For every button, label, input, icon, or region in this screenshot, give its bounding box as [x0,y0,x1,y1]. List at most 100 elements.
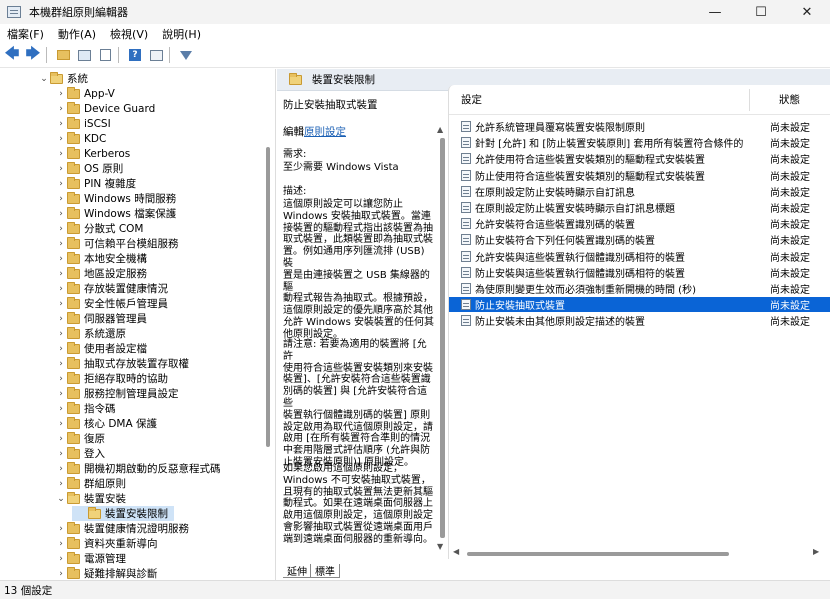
export-list-icon[interactable] [96,46,114,64]
tree-item[interactable]: › 資料夾重新導向 [55,536,158,551]
tree-item[interactable]: › iSCSI [55,116,111,131]
chevron-right-icon[interactable]: › [55,254,67,264]
policy-row[interactable]: 防止安裝未由其他原則設定描述的裝置 尚未設定 [449,313,830,328]
chevron-down-icon[interactable]: ⌄ [55,494,67,504]
forward-arrow-icon[interactable]: 🡆 [24,46,42,64]
chevron-right-icon[interactable]: › [55,269,67,279]
minimize-button[interactable]: — [692,0,738,24]
tree-item[interactable]: › 開機初期啟動的反惡意程式碼 [55,461,221,476]
policy-row[interactable]: 允許安裝與這些裝置執行個體識別碼相符的裝置 尚未設定 [449,249,830,264]
policy-row[interactable]: 允許系統管理員覆寫裝置安裝限制原則 尚未設定 [449,119,830,134]
tree-item[interactable]: › 系統還原 [55,326,126,341]
tree-item[interactable]: › KDC [55,131,106,146]
chevron-right-icon[interactable]: › [55,179,67,189]
chevron-right-icon[interactable]: › [55,224,67,234]
chevron-right-icon[interactable]: › [55,329,67,339]
description-scrollbar[interactable] [440,138,445,538]
menu-action[interactable]: 動作(A) [51,26,103,42]
tree-item[interactable]: › 服務控制管理員設定 [55,386,179,401]
policy-row[interactable]: 在原則設定防止安裝時顯示自訂訊息 尚未設定 [449,184,830,199]
tree-item[interactable]: › 指令碼 [55,401,116,416]
chevron-right-icon[interactable]: › [55,284,67,294]
chevron-right-icon[interactable]: › [55,209,67,219]
tree-item[interactable]: › PIN 複雜度 [55,176,136,191]
filter-icon[interactable] [177,46,195,64]
back-arrow-icon[interactable]: 🡄 [3,46,21,64]
tree-item[interactable]: › 可信賴平台模組服務 [55,236,179,251]
chevron-right-icon[interactable]: › [55,194,67,204]
tree-item[interactable]: › 拒絕存取時的協助 [55,371,168,386]
scroll-down-icon[interactable]: ▼ [437,542,443,551]
tree-item[interactable]: › 核心 DMA 保護 [55,416,157,431]
tree-item[interactable]: › 存放裝置健康情況 [55,281,168,296]
tree-item[interactable]: › App-V [55,86,115,101]
chevron-right-icon[interactable]: › [55,404,67,414]
tree-item[interactable]: › Windows 檔案保護 [55,206,176,221]
maximize-button[interactable]: ☐ [738,0,784,24]
tree-item[interactable]: › Device Guard [55,101,155,116]
policy-row[interactable]: 為使原則變更生效而必須強制重新開機的時間 (秒) 尚未設定 [449,281,830,296]
chevron-right-icon[interactable]: › [55,359,67,369]
policy-row[interactable]: 允許使用符合這些裝置安裝類別的驅動程式安裝裝置 尚未設定 [449,151,830,166]
show-tree-icon[interactable] [75,46,93,64]
policy-row[interactable]: 防止使用符合這些裝置安裝類別的驅動程式安裝裝置 尚未設定 [449,168,830,183]
tree-item[interactable]: › 使用者設定檔 [55,341,147,356]
chevron-right-icon[interactable]: › [55,569,67,579]
tree-scrollbar[interactable] [266,147,270,447]
chevron-right-icon[interactable]: › [55,524,67,534]
tab-extended[interactable]: 延伸 [283,564,311,578]
menu-help[interactable]: 說明(H) [155,26,208,42]
tree-item[interactable]: › 抽取式存放裝置存取權 [55,356,189,371]
horizontal-scroll-thumb[interactable] [467,552,729,556]
chevron-down-icon[interactable]: ⌄ [38,74,50,84]
tree-item[interactable]: › 群組原則 [55,476,126,491]
tree-item[interactable]: 裝置安裝限制 [72,506,174,521]
column-setting[interactable]: 設定 [461,92,482,107]
chevron-right-icon[interactable]: › [55,554,67,564]
policy-row[interactable]: 防止安裝與這些裝置執行個體識別碼相符的裝置 尚未設定 [449,265,830,280]
chevron-right-icon[interactable]: › [55,314,67,324]
tree-item[interactable]: › 本地安全機構 [55,251,147,266]
chevron-right-icon[interactable]: › [55,389,67,399]
tree-item[interactable]: › 疑難排解與診斷 [55,566,158,580]
tree-item[interactable]: ⌄ 系統 [38,71,88,86]
chevron-right-icon[interactable]: › [55,479,67,489]
chevron-right-icon[interactable]: › [55,239,67,249]
chevron-right-icon[interactable]: › [55,134,67,144]
column-divider[interactable] [749,89,750,111]
up-folder-icon[interactable] [54,46,72,64]
edit-policy-link[interactable]: 原則設定 [304,126,346,138]
tree-item[interactable]: › Kerberos [55,146,130,161]
policy-row[interactable]: 防止安裝抽取式裝置 尚未設定 [449,297,830,313]
tree-item[interactable]: › 裝置健康情況證明服務 [55,521,189,536]
properties-icon[interactable] [147,46,165,64]
chevron-right-icon[interactable]: › [55,449,67,459]
tree-item[interactable]: › 地區設定服務 [55,266,147,281]
chevron-right-icon[interactable]: › [55,299,67,309]
tree-item[interactable]: › 登入 [55,446,105,461]
tree-item[interactable]: › 電源管理 [55,551,126,566]
chevron-right-icon[interactable]: › [55,104,67,114]
close-button[interactable]: ✕ [784,0,830,24]
policy-row[interactable]: 允許安裝符合這些裝置識別碼的裝置 尚未設定 [449,216,830,231]
tree-item[interactable]: › OS 原則 [55,161,123,176]
menu-view[interactable]: 檢視(V) [103,26,155,42]
tree-item[interactable]: › 分散式 COM [55,221,144,236]
chevron-right-icon[interactable]: › [55,464,67,474]
scroll-left-icon[interactable]: ◀ [453,547,459,556]
menu-file[interactable]: 檔案(F) [0,26,51,42]
policy-row[interactable]: 在原則設定防止裝置安裝時顯示自訂訊息標題 尚未設定 [449,200,830,215]
tree-item[interactable]: › 伺服器管理員 [55,311,147,326]
policy-row[interactable]: 防止安裝符合下列任何裝置識別碼的裝置 尚未設定 [449,232,830,247]
horizontal-scrollbar[interactable]: ◀ ▶ [449,547,830,559]
tree-item[interactable]: ⌄ 裝置安裝 [55,491,126,506]
tab-standard[interactable]: 標準 [310,564,340,578]
help-icon[interactable]: ? [126,46,144,64]
chevron-right-icon[interactable]: › [55,164,67,174]
chevron-right-icon[interactable]: › [55,344,67,354]
chevron-right-icon[interactable]: › [55,434,67,444]
column-state[interactable]: 狀態 [779,92,800,107]
policy-row[interactable]: 針對 [允許] 和 [防止裝置安裝原則] 套用所有裝置符合條件的... 尚未設定 [449,135,830,150]
chevron-right-icon[interactable]: › [55,539,67,549]
tree-item[interactable]: › Windows 時間服務 [55,191,176,206]
